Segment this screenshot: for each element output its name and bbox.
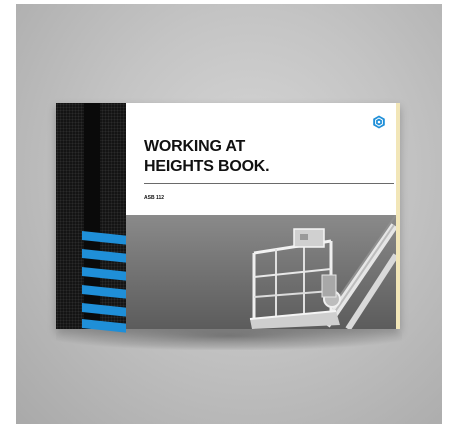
book-spine (56, 103, 126, 333)
book-title-line-1: WORKING AT (144, 138, 246, 155)
book-cover: WORKING AT HEIGHTS BOOK. ASB 112 (56, 103, 400, 333)
book-title-line-2: HEIGHTS BOOK. (144, 158, 270, 175)
book-code: ASB 112 (144, 195, 165, 201)
aerial-work-platform-illustration (249, 215, 396, 329)
book-title: WORKING AT HEIGHTS BOOK. (144, 137, 270, 177)
page-edge (396, 103, 400, 329)
product-image-frame: WORKING AT HEIGHTS BOOK. ASB 112 (16, 4, 442, 424)
cover-photo (126, 215, 396, 329)
title-divider (144, 183, 394, 184)
hexagon-logo-icon (373, 115, 385, 129)
